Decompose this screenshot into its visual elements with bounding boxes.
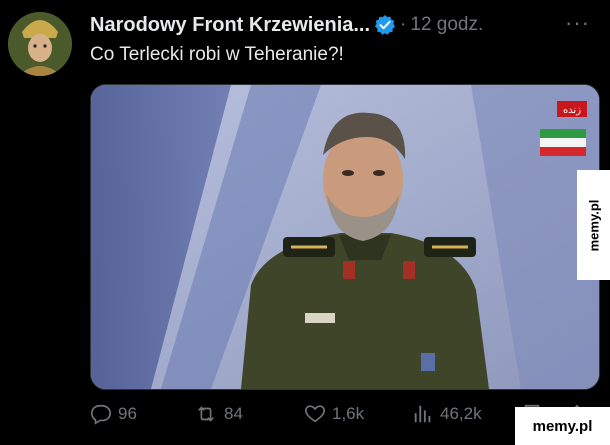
live-badge: زنده: [563, 105, 581, 116]
verified-badge-icon: [374, 14, 396, 36]
media-image: زنده: [91, 85, 599, 389]
tweet-media[interactable]: زنده: [90, 84, 600, 390]
watermark-side-text: memy.pl: [586, 199, 601, 251]
reply-count: 96: [118, 404, 137, 423]
reply-button[interactable]: 96: [90, 398, 137, 430]
like-button[interactable]: 1,6k: [304, 398, 364, 430]
tweet-text: Co Terlecki robi w Teheranie?!: [90, 44, 344, 65]
tweet-time[interactable]: 12 godz.: [410, 14, 483, 36]
more-options-icon[interactable]: ···: [565, 10, 590, 36]
heart-icon: [305, 405, 325, 423]
view-count: 46,2k: [440, 404, 482, 423]
watermark-bottom: memy.pl: [515, 407, 610, 445]
like-count: 1,6k: [332, 404, 365, 423]
reply-icon: [91, 404, 111, 425]
author-name[interactable]: Narodowy Front Krzewienia...: [90, 14, 370, 37]
tweet-header: Narodowy Front Krzewienia... · 12 godz. …: [90, 10, 600, 38]
repost-count: 84: [224, 404, 243, 423]
repost-icon: [198, 406, 214, 422]
repost-button[interactable]: 84: [194, 398, 243, 430]
avatar[interactable]: [8, 12, 72, 76]
separator-dot: ·: [400, 14, 407, 35]
watermark-side: memy.pl: [577, 170, 610, 280]
views-button[interactable]: 46,2k: [412, 398, 482, 430]
avatar-image: [8, 12, 72, 76]
views-icon: [414, 405, 431, 423]
